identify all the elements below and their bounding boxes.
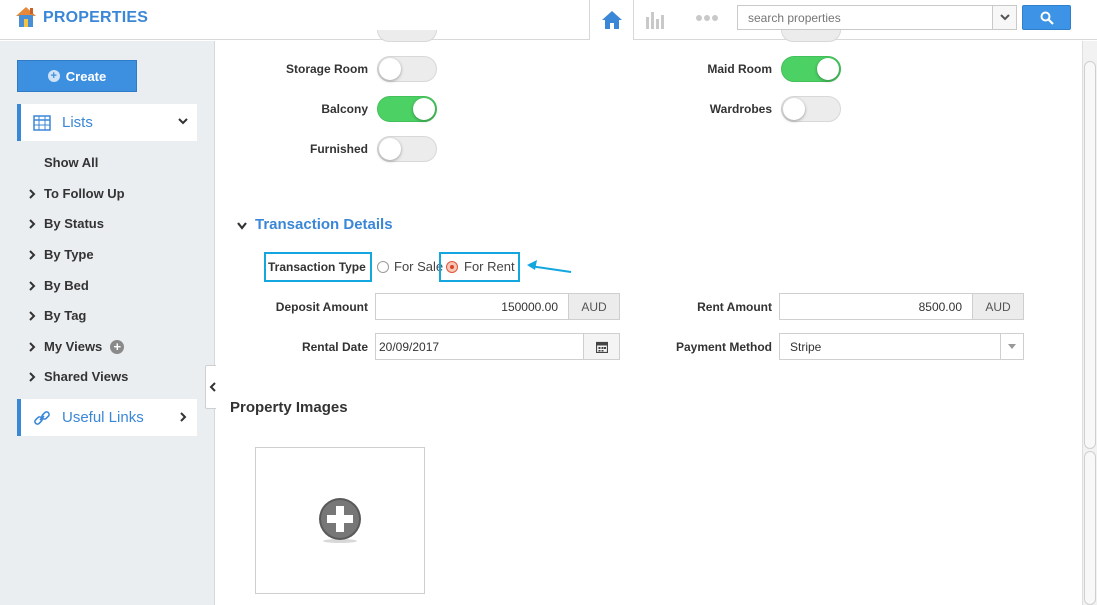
sidebar-item-to-follow-up[interactable]: To Follow Up <box>27 186 125 201</box>
balcony-label: Balcony <box>321 102 368 116</box>
sidebar-item-label: By Bed <box>44 278 89 293</box>
scrollbar-track-lower[interactable] <box>1084 451 1096 605</box>
sidebar-item-by-tag[interactable]: By Tag <box>27 308 86 323</box>
partial-toggle-right[interactable] <box>781 30 841 42</box>
sidebar-item-label: To Follow Up <box>44 186 125 201</box>
calendar-button[interactable] <box>583 333 620 360</box>
chevron-right-icon <box>29 249 36 260</box>
search-icon <box>1040 11 1054 25</box>
lists-section-header[interactable]: Lists <box>17 104 197 141</box>
wardrobes-label: Wardrobes <box>709 102 772 116</box>
chevron-down-icon <box>999 14 1010 21</box>
payment-method-value: Stripe <box>790 339 822 354</box>
chevron-right-icon <box>29 341 36 352</box>
sidebar-item-by-type[interactable]: By Type <box>27 247 94 262</box>
sidebar-item-label: By Status <box>44 216 104 231</box>
sidebar: + Create Lists Show All To Follow Up By … <box>0 41 215 605</box>
chevron-right-icon <box>29 280 36 291</box>
sidebar-item-by-bed[interactable]: By Bed <box>27 278 89 293</box>
storage-room-toggle[interactable] <box>377 56 437 82</box>
deposit-amount-label: Deposit Amount <box>275 300 368 314</box>
app-title[interactable]: PROPERTIES <box>43 9 148 27</box>
payment-method-label: Payment Method <box>675 340 772 354</box>
caret-down-icon <box>1008 344 1016 349</box>
sidebar-item-label: By Tag <box>44 308 87 323</box>
for-rent-radio[interactable] <box>446 261 458 273</box>
useful-links-section-header[interactable]: Useful Links <box>17 399 197 436</box>
for-sale-label[interactable]: For Sale <box>394 259 443 274</box>
chevron-right-icon <box>29 218 36 229</box>
maid-room-toggle[interactable] <box>781 56 841 82</box>
for-rent-label[interactable]: For Rent <box>464 259 515 274</box>
chevron-right-icon <box>29 188 36 199</box>
add-image-icon[interactable] <box>318 498 362 544</box>
plus-circle-icon: + <box>47 70 60 82</box>
payment-dropdown-arrow[interactable] <box>1000 334 1023 359</box>
link-icon <box>34 410 50 425</box>
useful-links-label: Useful Links <box>62 409 144 426</box>
sidebar-item-label: Show All <box>44 155 99 170</box>
rental-date-input[interactable]: 20/09/2017 <box>375 333 584 360</box>
vertical-scrollbar[interactable] <box>1082 41 1097 605</box>
deposit-amount-input[interactable]: 150000.00 <box>375 293 569 320</box>
search-dropdown-button[interactable] <box>992 5 1017 30</box>
sidebar-item-my-views[interactable]: My Views + <box>27 339 125 354</box>
deposit-currency-addon: AUD <box>568 293 620 320</box>
chevron-right-icon <box>29 310 36 321</box>
sidebar-item-show-all[interactable]: Show All <box>44 155 98 170</box>
transaction-type-label: Transaction Type <box>268 260 366 274</box>
home-button[interactable] <box>589 0 634 40</box>
rent-amount-label: Rent Amount <box>697 300 772 314</box>
chevron-down-icon[interactable] <box>236 221 248 231</box>
rent-amount-input[interactable]: 8500.00 <box>779 293 973 320</box>
transaction-details-title[interactable]: Transaction Details <box>255 216 393 233</box>
more-dots-icon[interactable] <box>695 14 719 22</box>
create-button[interactable]: + Create <box>17 60 137 92</box>
furnished-toggle[interactable] <box>377 136 437 162</box>
sidebar-item-label: My Views <box>44 339 103 354</box>
add-view-icon[interactable]: + <box>110 339 125 354</box>
search-button[interactable] <box>1022 5 1071 30</box>
rental-date-label: Rental Date <box>301 340 368 354</box>
chevron-right-icon <box>29 371 36 382</box>
maid-room-label: Maid Room <box>707 62 772 76</box>
pointer-arrow-icon <box>527 260 572 273</box>
sidebar-item-label: By Type <box>44 247 94 262</box>
rent-currency-addon: AUD <box>972 293 1024 320</box>
create-label: Create <box>65 68 107 84</box>
chevron-right-icon <box>180 412 187 422</box>
partial-toggle-left[interactable] <box>377 30 437 42</box>
table-grid-icon <box>33 114 51 131</box>
chevron-down-icon <box>178 118 188 125</box>
chart-icon[interactable] <box>645 9 667 29</box>
furnished-label: Furnished <box>309 142 368 156</box>
sidebar-item-by-status[interactable]: By Status <box>27 216 104 231</box>
payment-method-select[interactable]: Stripe <box>779 333 1024 360</box>
sidebar-item-shared-views[interactable]: Shared Views <box>27 369 128 384</box>
lists-label: Lists <box>62 114 93 131</box>
storage-room-label: Storage Room <box>285 62 368 76</box>
top-header: PROPERTIES <box>0 0 1097 40</box>
for-sale-radio[interactable] <box>377 261 389 273</box>
house-logo-icon[interactable] <box>14 4 38 30</box>
property-images-title: Property Images <box>230 399 348 416</box>
sidebar-item-label: Shared Views <box>44 369 129 384</box>
calendar-icon <box>595 341 608 353</box>
search-input[interactable] <box>737 5 993 30</box>
home-icon <box>601 11 622 29</box>
wardrobes-toggle[interactable] <box>781 96 841 122</box>
scrollbar-thumb[interactable] <box>1084 61 1096 449</box>
balcony-toggle[interactable] <box>377 96 437 122</box>
